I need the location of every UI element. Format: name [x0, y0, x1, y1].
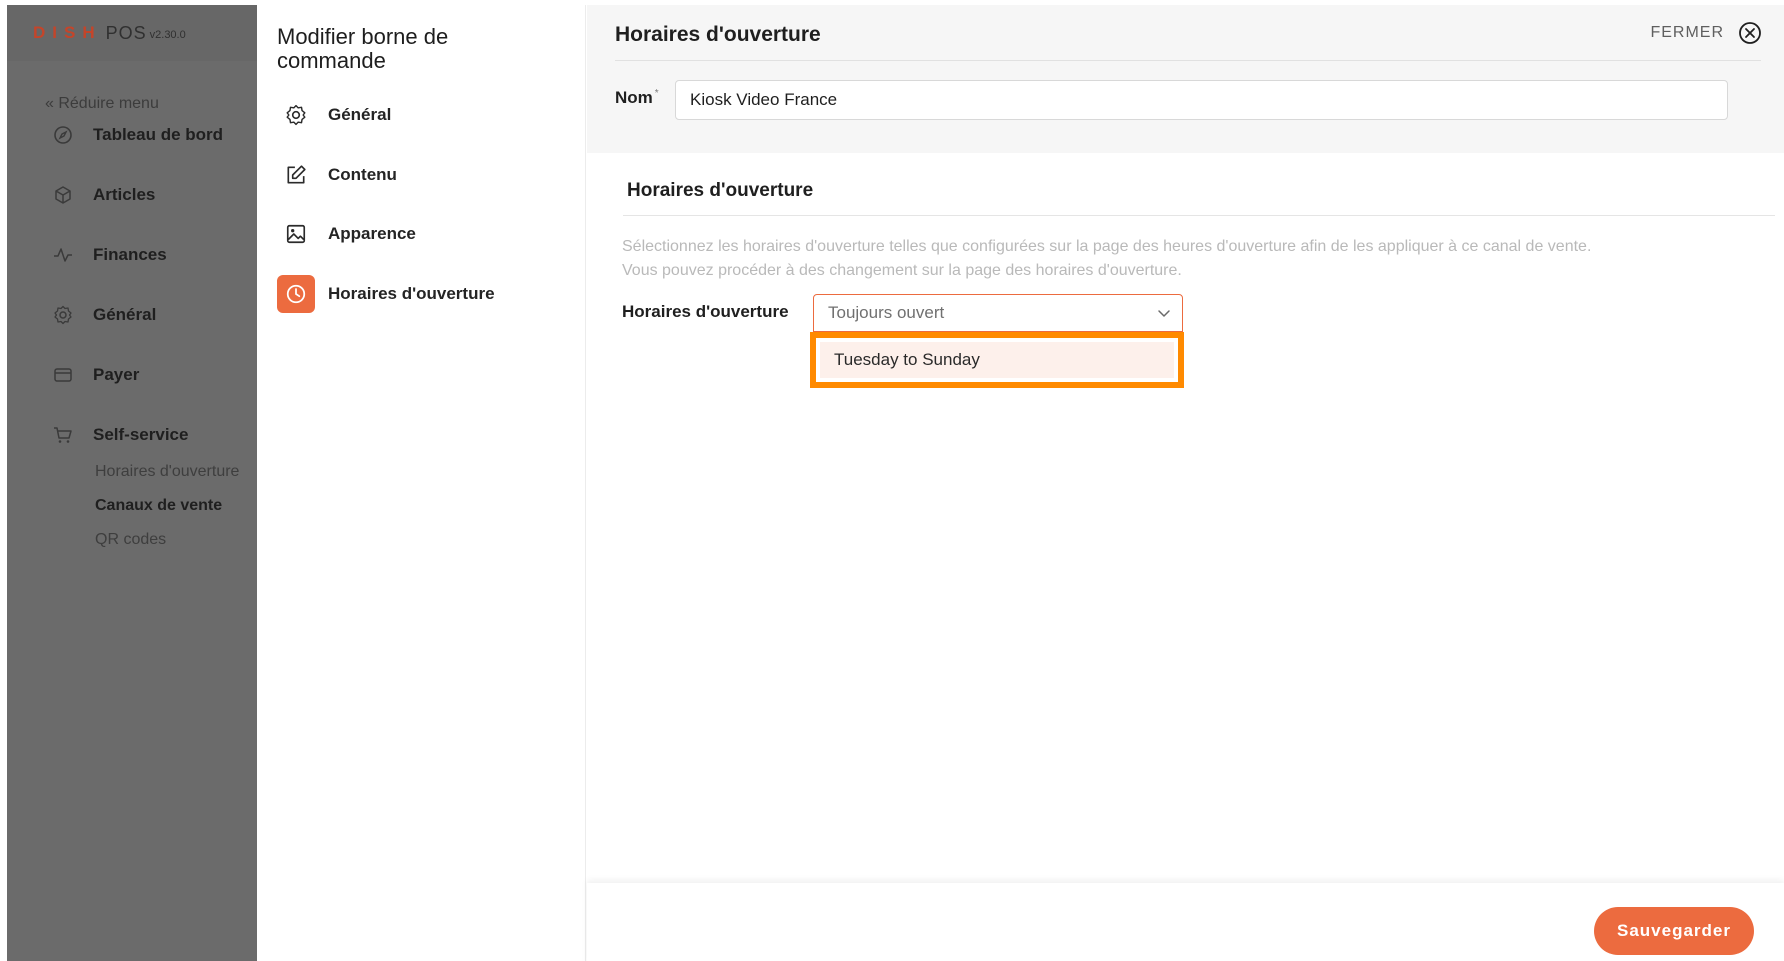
header-divider: [615, 60, 1761, 61]
required-marker: *: [654, 88, 659, 100]
dropdown-option[interactable]: Tuesday to Sunday: [820, 342, 1174, 378]
collapse-menu-link[interactable]: « Réduire menu: [45, 95, 159, 113]
sidebar-item-self-service[interactable]: Self-service: [52, 422, 188, 448]
sidebar-item-label: Général: [93, 305, 157, 324]
sidebar-item-tableau-de-bord[interactable]: Tableau de bord: [52, 122, 223, 148]
gear-icon: [52, 304, 74, 326]
editor-menu-panel: Modifier borne de commande Général Conte…: [257, 5, 586, 961]
brand-dish: DISH: [33, 23, 102, 42]
gear-icon: [277, 96, 315, 134]
sidebar-item-finances[interactable]: Finances: [52, 242, 167, 268]
page-title: Horaires d'ouverture: [615, 23, 821, 46]
sidebar-item-label: Finances: [93, 245, 167, 264]
sidebar-item-label: Self-service: [93, 425, 189, 444]
activity-icon: [52, 244, 74, 266]
brand-logo: DISH POS v2.30.0: [7, 5, 257, 61]
close-label: FERMER: [1650, 24, 1724, 41]
section-description-line-2: Vous pouvez procéder à des changement su…: [622, 262, 1182, 279]
dropdown-list: Tuesday to Sunday: [810, 332, 1184, 388]
editor-menu-general[interactable]: Général: [277, 96, 391, 134]
select-value: Toujours ouvert: [828, 303, 945, 322]
sidebar-item-general[interactable]: Général: [52, 302, 156, 328]
image-icon: [277, 215, 315, 253]
footer-bar: Sauvegarder: [587, 883, 1784, 961]
sidebar-item-articles[interactable]: Articles: [52, 182, 155, 208]
name-input[interactable]: [675, 80, 1728, 120]
brand-version: v2.30.0: [149, 29, 186, 41]
sidebar-subitem-qr-codes[interactable]: QR codes: [95, 531, 166, 549]
cart-icon: [52, 424, 74, 446]
sidebar-item-label: Payer: [93, 365, 140, 384]
clock-icon: [277, 275, 315, 313]
editor-menu-apparence[interactable]: Apparence: [277, 215, 416, 253]
chevron-down-icon: [1156, 305, 1172, 321]
app-window: DISH POS v2.30.0 « Réduire menu Tableau …: [0, 0, 1784, 961]
main-sidebar: DISH POS v2.30.0 « Réduire menu Tableau …: [7, 5, 257, 961]
sidebar-item-label: Articles: [93, 185, 156, 204]
editor-menu-label: Général: [328, 105, 392, 124]
save-button[interactable]: Sauvegarder: [1594, 907, 1754, 955]
close-icon: [1738, 21, 1762, 45]
sidebar-item-label: Tableau de bord: [93, 125, 224, 144]
name-label: Nom *: [615, 88, 659, 108]
name-label-text: Nom: [615, 88, 653, 107]
sidebar-item-payer[interactable]: Payer: [52, 362, 139, 388]
section-description-line-1: Sélectionnez les horaires d'ouverture te…: [622, 238, 1592, 255]
box-icon: [52, 184, 74, 206]
close-button[interactable]: FERMER: [1650, 21, 1762, 45]
opening-hours-select[interactable]: Toujours ouvert: [813, 294, 1183, 332]
editor-menu-horaires[interactable]: Horaires d'ouverture: [277, 275, 495, 313]
opening-hours-label: Horaires d'ouverture: [622, 302, 789, 321]
section-description: Sélectionnez les horaires d'ouverture te…: [622, 235, 1782, 283]
editor-menu-label: Apparence: [328, 224, 416, 243]
compass-icon: [52, 124, 74, 146]
sidebar-subitem-canaux-de-vente[interactable]: Canaux de vente: [95, 497, 222, 515]
section-title: Horaires d'ouverture: [627, 180, 814, 201]
editor-menu-label: Contenu: [328, 165, 397, 184]
content-panel: Horaires d'ouverture FERMER Nom* Horaire…: [587, 5, 1784, 961]
brand-pos: POS: [105, 22, 147, 43]
credit-card-icon: [52, 364, 74, 386]
sidebar-subitem-horaires[interactable]: Horaires d'ouverture: [95, 463, 239, 481]
edit-icon: [277, 156, 315, 194]
section-divider: [623, 215, 1775, 216]
editor-menu-label: Horaires d'ouverture: [328, 284, 495, 303]
content-header: Horaires d'ouverture FERMER Nom *: [587, 5, 1784, 153]
editor-menu-contenu[interactable]: Contenu: [277, 156, 397, 194]
editor-title: Modifier borne de commande: [277, 24, 449, 73]
